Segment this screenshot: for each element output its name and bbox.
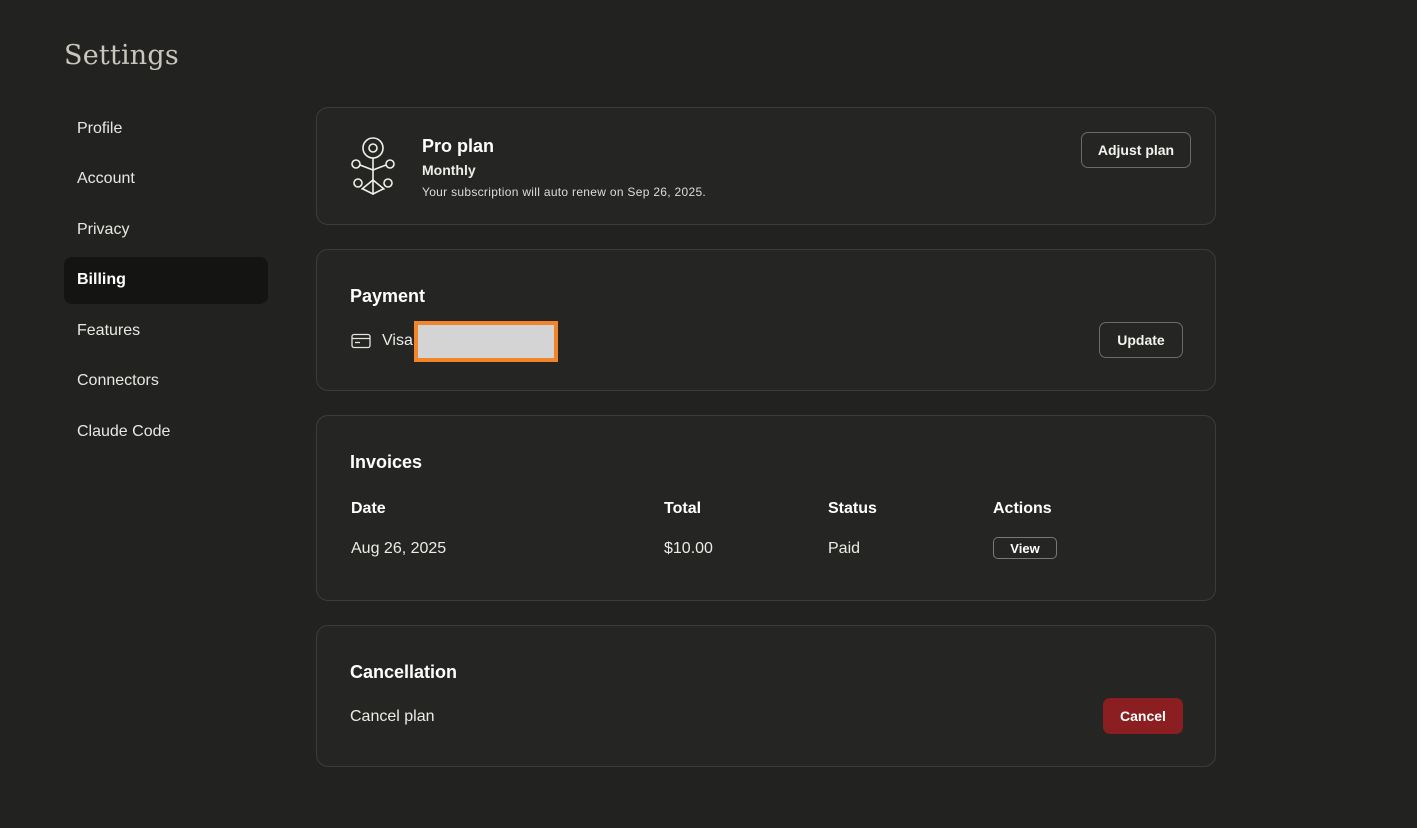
plan-emblem-icon <box>351 137 395 195</box>
redacted-card-number <box>414 321 558 362</box>
invoices-card: Invoices Date Total Status Actions Aug 2… <box>316 415 1216 601</box>
page-title: Settings <box>64 40 179 71</box>
sidebar-item-connectors[interactable]: Connectors <box>64 358 268 405</box>
plan-renewal-text: Your subscription will auto renew on Sep… <box>422 185 707 199</box>
column-header-status: Status <box>828 500 877 517</box>
cancellation-card: Cancellation Cancel plan Cancel <box>316 625 1216 767</box>
cancel-plan-button[interactable]: Cancel <box>1103 698 1183 734</box>
settings-sidebar: Profile Account Privacy Billing Features… <box>64 105 268 459</box>
invoice-date: Aug 26, 2025 <box>351 540 447 557</box>
adjust-plan-button[interactable]: Adjust plan <box>1081 132 1191 168</box>
plan-name: Pro plan <box>422 136 495 156</box>
view-invoice-button[interactable]: View <box>993 537 1057 559</box>
plan-billing-cycle: Monthly <box>422 162 476 178</box>
sidebar-item-claude-code[interactable]: Claude Code <box>64 408 268 455</box>
cancel-plan-label: Cancel plan <box>350 708 435 725</box>
sidebar-item-profile[interactable]: Profile <box>64 105 268 152</box>
invoice-total: $10.00 <box>664 540 713 557</box>
update-payment-button[interactable]: Update <box>1099 322 1183 358</box>
cancellation-title: Cancellation <box>350 662 458 682</box>
invoice-status: Paid <box>828 540 861 557</box>
card-brand: Visa <box>382 332 413 349</box>
payment-title: Payment <box>350 286 426 306</box>
column-header-actions: Actions <box>993 500 1052 517</box>
sidebar-item-account[interactable]: Account <box>64 156 268 203</box>
credit-card-icon <box>351 333 371 349</box>
payment-card: Payment Visa Update <box>316 249 1216 391</box>
sidebar-item-privacy[interactable]: Privacy <box>64 206 268 253</box>
column-header-date: Date <box>351 500 386 517</box>
plan-card: Pro plan Monthly Your subscription will … <box>316 107 1216 225</box>
column-header-total: Total <box>664 500 702 517</box>
sidebar-item-features[interactable]: Features <box>64 307 268 354</box>
sidebar-item-billing[interactable]: Billing <box>64 256 268 304</box>
invoices-title: Invoices <box>350 452 423 472</box>
